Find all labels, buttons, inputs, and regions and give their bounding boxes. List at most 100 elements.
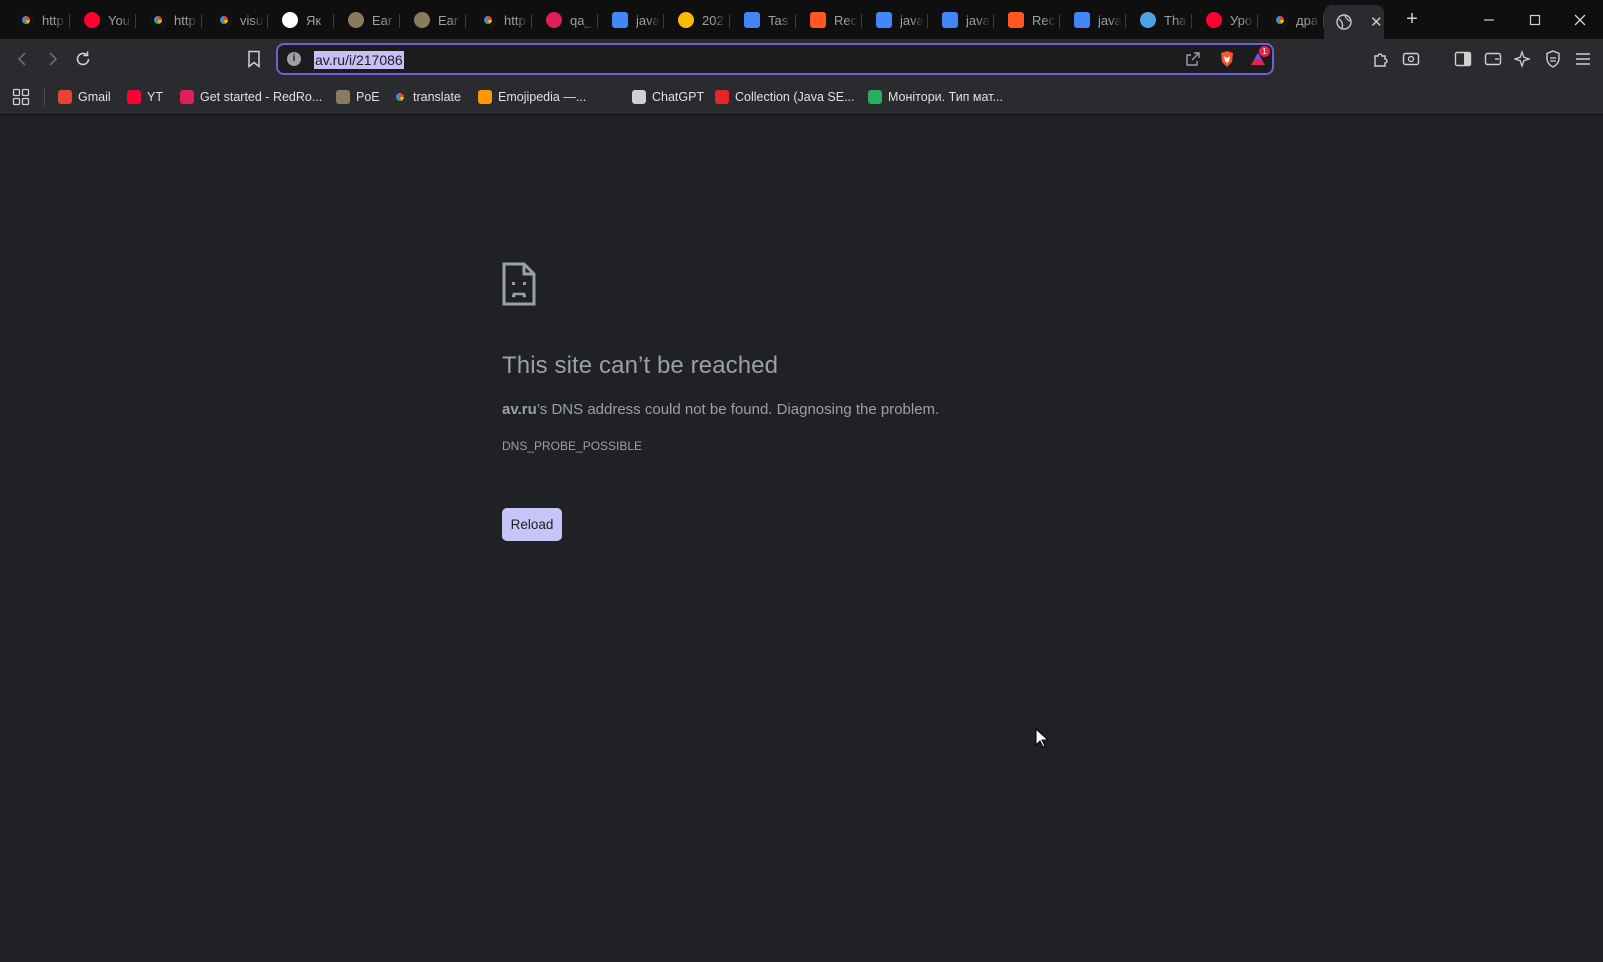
wallet-icon[interactable] (1482, 48, 1504, 70)
bookmark-label: Collection (Java SE... (735, 90, 855, 104)
tab-title: http (504, 12, 526, 28)
tab-separator (1125, 14, 1126, 28)
bookmark-item[interactable]: Collection (Java SE... (715, 88, 855, 106)
new-tab-button[interactable]: + (1400, 8, 1424, 32)
menu-icon[interactable] (1572, 48, 1594, 70)
brave-talk-icon (810, 12, 826, 28)
drive-icon (678, 12, 694, 28)
google-icon (480, 12, 496, 28)
close-tab-icon[interactable]: ✕ (1370, 13, 1383, 31)
tab-title: You (108, 12, 130, 28)
tab-separator (69, 14, 70, 28)
brave-rewards-icon[interactable]: 1 (1247, 46, 1270, 70)
globe-icon (1336, 14, 1352, 30)
tab[interactable]: visu (204, 5, 268, 35)
bookmark-label: Gmail (78, 90, 111, 104)
tab[interactable]: Tha (1128, 5, 1192, 35)
bookmark-item[interactable]: Gmail (58, 88, 111, 106)
eye-icon (348, 12, 364, 28)
google-icon (393, 90, 407, 104)
bookmark-item[interactable]: Emojipedia —... (478, 88, 586, 106)
tab-title: java (636, 12, 660, 28)
back-button[interactable] (12, 48, 34, 70)
bookmarks-bar: Gmail YT Get started - RedRo... PoE translat… (0, 79, 1603, 115)
sad-page-icon (502, 262, 536, 311)
tab-title: java (966, 12, 990, 28)
search-tabs-icon[interactable] (1400, 48, 1422, 70)
tab[interactable]: Як (270, 5, 334, 35)
site-info-icon[interactable]: i (287, 52, 301, 66)
url-text[interactable]: av.ru/i/217086 (314, 51, 404, 69)
bookmark-item[interactable]: YT (127, 88, 163, 106)
tab[interactable]: 202 (666, 5, 730, 35)
tab[interactable]: http (6, 5, 70, 35)
tab[interactable]: Уро (1194, 5, 1258, 35)
poe-icon (336, 90, 350, 104)
tab-title: http (42, 12, 64, 28)
bookmark-item[interactable]: Монітори. Тип мат... (868, 88, 1003, 106)
error-message-text: ’s DNS address could not be found. Diagn… (536, 401, 940, 418)
bookmark-item[interactable]: translate (393, 88, 461, 106)
tab-separator (993, 14, 994, 28)
back-arrow-icon (17, 52, 26, 66)
tab[interactable]: java (930, 5, 994, 35)
google-icon (216, 12, 232, 28)
brave-shields-icon[interactable] (1216, 48, 1238, 70)
tab-separator (1191, 14, 1192, 28)
drop-icon (1140, 12, 1156, 28)
oracle-icon (715, 90, 729, 104)
extensions-icon[interactable] (1370, 48, 1392, 70)
close-window-button[interactable] (1557, 0, 1603, 39)
bookmark-item[interactable]: Get started - RedRo... (180, 88, 322, 106)
tab-separator (663, 14, 664, 28)
bookmark-item[interactable]: PoE (336, 88, 380, 106)
refresh-icon (76, 51, 90, 66)
emojipedia-icon (478, 90, 492, 104)
leo-ai-icon[interactable] (1512, 48, 1534, 70)
tab-title: Rec (834, 12, 858, 28)
tab-title: visu (240, 12, 264, 28)
tab-strip: http You http visu Як Ear Ear http qa_ java 202 Tas… (0, 0, 1603, 39)
youtube-icon (84, 12, 100, 28)
bookmark-button[interactable] (243, 48, 265, 70)
apps-grid-icon[interactable] (12, 88, 30, 106)
bookmark-item[interactable]: ChatGPT (632, 88, 704, 106)
docs-icon (942, 12, 958, 28)
tab-separator (861, 14, 862, 28)
tab[interactable]: java (864, 5, 928, 35)
tab-separator (399, 14, 400, 28)
tab-title: Як (306, 12, 322, 28)
tab[interactable]: http (468, 5, 532, 35)
chatgpt-icon (632, 90, 646, 104)
sidebar-icon[interactable] (1452, 48, 1474, 70)
tab[interactable]: Tas (732, 5, 796, 35)
tab-separator (267, 14, 268, 28)
brave-talk-icon (1008, 12, 1024, 28)
tab[interactable]: Rec (798, 5, 862, 35)
reload-toolbar-button[interactable] (72, 48, 94, 70)
tab[interactable]: дра (1260, 5, 1324, 35)
tab-separator (1257, 14, 1258, 28)
vpn-shield-icon[interactable] (1542, 48, 1564, 70)
tab[interactable]: http (138, 5, 202, 35)
error-host: av.ru (502, 401, 537, 418)
tab[interactable]: Ear (336, 5, 400, 35)
tab[interactable]: qa_ (534, 5, 598, 35)
mouse-cursor-icon (1035, 727, 1050, 753)
address-bar[interactable]: i av.ru/i/217086 1 (276, 43, 1274, 75)
reload-button[interactable]: Reload (502, 508, 562, 541)
minimize-button[interactable] (1466, 0, 1512, 39)
tab[interactable]: You (72, 5, 136, 35)
tab[interactable]: java (1062, 5, 1126, 35)
bookmarks-divider (44, 88, 45, 106)
forward-button[interactable] (41, 48, 63, 70)
tab[interactable]: java (600, 5, 664, 35)
tab[interactable]: Ear (402, 5, 466, 35)
tab[interactable]: Rec (996, 5, 1060, 35)
eye-icon (414, 12, 430, 28)
slack-icon (546, 12, 562, 28)
share-icon[interactable] (1182, 48, 1204, 70)
error-code: DNS_PROBE_POSSIBLE (502, 439, 643, 453)
active-tab[interactable]: ✕ (1324, 5, 1384, 39)
maximize-button[interactable] (1512, 0, 1558, 39)
